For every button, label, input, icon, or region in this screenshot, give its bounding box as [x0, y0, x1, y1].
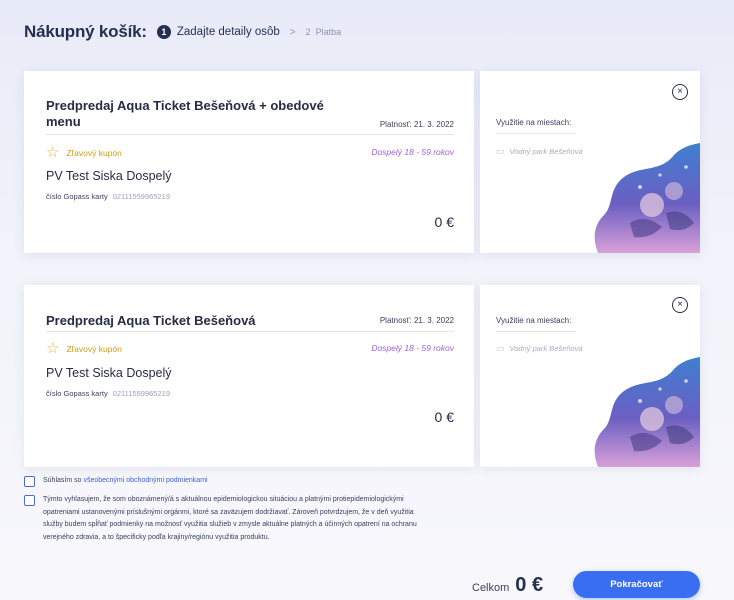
coupon-link[interactable]: ☆ Zľavový kupón	[46, 144, 122, 161]
gopass-card: číslo Gopass karty 02111559965219	[46, 389, 170, 398]
cart-header: Nákupný košík: 1 Zadajte detaily osôb > …	[24, 20, 341, 44]
person-name: PV Test Siska Dospelý	[46, 169, 172, 183]
step-2-number: 2	[305, 27, 311, 37]
total-value: 0 €	[515, 574, 544, 596]
remove-ticket-button[interactable]: ×	[672, 297, 688, 313]
ticket-details: Predpredaj Aqua Ticket Bešeňová Platnosť…	[24, 285, 474, 467]
ticket-validity: Platnosť: 21. 3. 2022	[379, 316, 454, 325]
continue-button[interactable]: Pokračovať	[573, 571, 700, 598]
covid-consent-text: Týmto vyhlasujem, že som oboznámený/á s …	[43, 496, 417, 541]
order-total: Celkom 0 €	[472, 574, 543, 597]
aquapark-photo	[594, 143, 700, 253]
gopass-label: číslo Gopass karty	[46, 192, 108, 201]
divider	[46, 134, 454, 135]
ticket-usage-panel: × Využitie na miestach: ▭ Vodný park Beš…	[480, 285, 700, 467]
aquapark-photo	[594, 357, 700, 467]
gopass-label: číslo Gopass karty	[46, 389, 108, 398]
ticket-name: Predpredaj Aqua Ticket Bešeňová + obedov…	[46, 98, 324, 129]
step-1: 1 Zadajte detaily osôb	[156, 25, 280, 39]
divider	[496, 331, 576, 332]
close-icon: ×	[677, 299, 683, 310]
usage-label: Využitie na miestach:	[496, 316, 572, 325]
usage-place-label: Vodný park Bešeňová	[509, 147, 583, 156]
gopass-card: číslo Gopass karty 02111559965219	[46, 192, 170, 201]
ticket-validity: Platnosť: 21. 3. 2022	[379, 120, 454, 129]
total-label: Celkom	[472, 582, 510, 594]
person-name: PV Test Siska Dospelý	[46, 366, 172, 380]
divider	[496, 133, 576, 134]
terms-checkbox[interactable]	[24, 476, 35, 487]
step-1-label: Zadajte detaily osôb	[176, 26, 280, 38]
coupon-label: Zľavový kupón	[66, 344, 122, 354]
divider	[46, 331, 454, 332]
terms-link[interactable]: všeobecnými obchodnými podmienkami	[83, 477, 207, 484]
step-2-label: Platba	[315, 27, 342, 37]
page-title: Nákupný košík:	[24, 22, 147, 41]
coupon-link[interactable]: ☆ Zľavový kupón	[46, 340, 122, 357]
covid-checkbox[interactable]	[24, 495, 35, 506]
step-2: 2 Platba	[306, 27, 342, 37]
ticket-card: Predpredaj Aqua Ticket Bešeňová Platnosť…	[24, 285, 700, 467]
ticket-card: Predpredaj Aqua Ticket Bešeňová + obedov…	[24, 71, 700, 253]
age-category: Dospelý 18 - 59 rokov	[371, 343, 454, 353]
coupon-label: Zľavový kupón	[66, 148, 122, 158]
age-category: Dospelý 18 - 59 rokov	[371, 147, 454, 157]
step-1-number: 1	[156, 25, 171, 39]
ticket-name: Predpredaj Aqua Ticket Bešeňová	[46, 313, 256, 328]
step-separator: >	[289, 26, 296, 38]
ticket-usage-panel: × Využitie na miestach: ▭ Vodný park Beš…	[480, 71, 700, 253]
covid-consent: Týmto vyhlasujem, že som oboznámený/á s …	[24, 494, 428, 544]
gopass-number: 02111559965219	[112, 389, 170, 398]
ticket-price: 0 €	[434, 214, 454, 230]
star-icon: ☆	[46, 144, 60, 161]
close-icon: ×	[677, 86, 683, 97]
terms-prefix: Súhlasím so	[43, 477, 84, 484]
star-icon: ☆	[46, 340, 60, 357]
ticket-icon: ▭	[496, 146, 505, 156]
terms-consent: Súhlasím so všeobecnými obchodnými podmi…	[24, 475, 428, 488]
terms-consent-text: Súhlasím so všeobecnými obchodnými podmi…	[43, 475, 428, 488]
usage-label: Využitie na miestach:	[496, 118, 572, 127]
ticket-price: 0 €	[434, 409, 454, 425]
ticket-icon: ▭	[496, 343, 505, 353]
usage-place-label: Vodný park Bešeňová	[509, 344, 583, 353]
usage-place: ▭ Vodný park Bešeňová	[496, 146, 583, 157]
gopass-number: 02111559965219	[112, 192, 170, 201]
usage-place: ▭ Vodný park Bešeňová	[496, 343, 583, 354]
remove-ticket-button[interactable]: ×	[672, 84, 688, 100]
ticket-details: Predpredaj Aqua Ticket Bešeňová + obedov…	[24, 71, 474, 253]
